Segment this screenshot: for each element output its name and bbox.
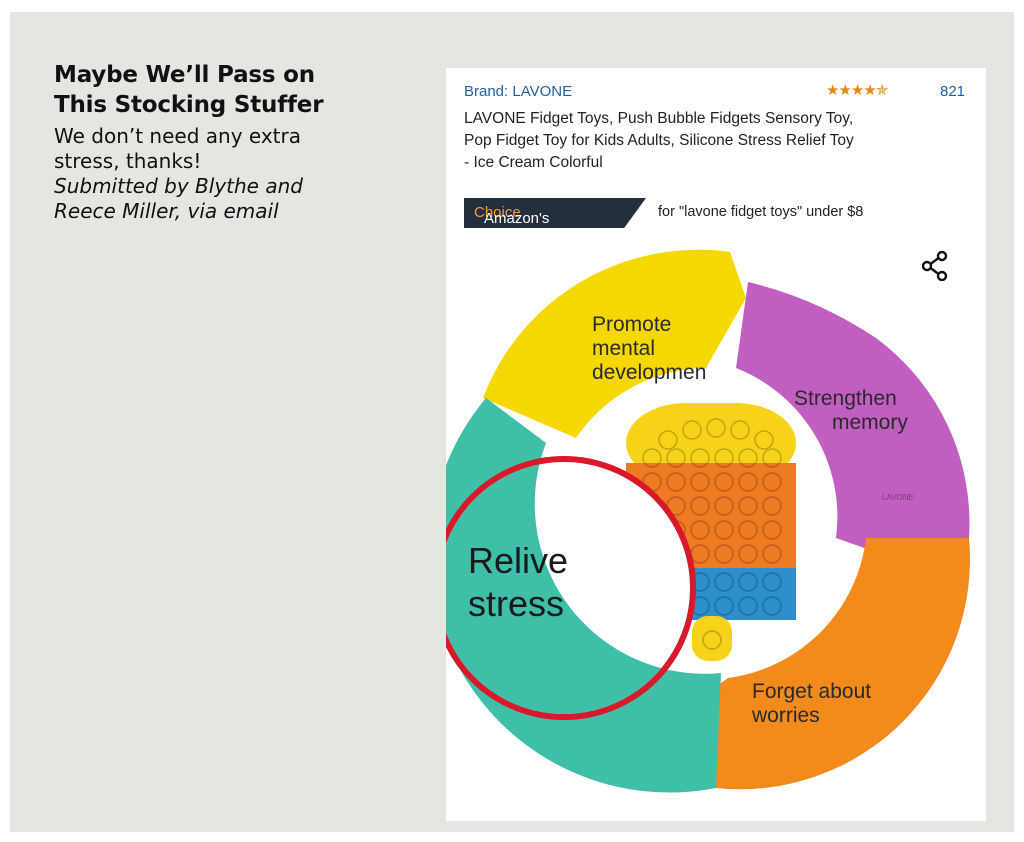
- segment-top-line-1: Promote: [592, 313, 671, 336]
- badge-prefix: Amazon's: [484, 210, 550, 227]
- share-icon[interactable]: [922, 251, 948, 281]
- segment-bottom-line-1: Forget about: [752, 680, 871, 703]
- badge-note: for "lavone fidget toys" under $8: [658, 204, 864, 220]
- caption-body: We don’t need any extra stress, thanks!: [54, 124, 384, 174]
- product-title-line-3: - Ice Cream Colorful: [464, 154, 603, 171]
- segment-right-line-1: Strengthen: [794, 387, 897, 410]
- headline: Maybe We’ll Pass on This Stocking Stuffe…: [54, 60, 384, 120]
- headline-line-2: This Stocking Stuffer: [54, 92, 324, 118]
- segment-bottom-line-2: worries: [751, 704, 820, 727]
- product-title: LAVONE Fidget Toys, Push Bubble Fidgets …: [464, 108, 974, 174]
- badge-text: Amazon's Choice: [474, 204, 549, 227]
- article-panel: Maybe We’ll Pass on This Stocking Stuffe…: [10, 12, 1014, 832]
- product-listing-screenshot: Promote mental developmen Strengthen mem…: [446, 68, 986, 821]
- product-title-line-2: Pop Fidget Toy for Kids Adults, Silicone…: [464, 132, 854, 149]
- caption-credit: Submitted by Blythe and Reece Miller, vi…: [54, 174, 384, 224]
- circled-text-line-1: Relive: [468, 540, 568, 581]
- caption-credit-line-1: Submitted by Blythe and: [54, 174, 303, 198]
- amazons-choice-badge: Amazon's Choice: [464, 198, 646, 228]
- caption-block: Maybe We’ll Pass on This Stocking Stuffe…: [54, 60, 384, 224]
- review-count[interactable]: 821: [940, 83, 965, 100]
- segment-top-line-3: developmen: [592, 361, 706, 384]
- circled-text-line-2: stress: [468, 583, 564, 624]
- caption-body-line-2: stress, thanks!: [54, 149, 202, 173]
- segment-top-line-2: mental: [592, 337, 655, 360]
- lavone-watermark: LAVONE: [882, 493, 914, 502]
- product-title-line-1: LAVONE Fidget Toys, Push Bubble Fidgets …: [464, 110, 854, 127]
- product-image: Promote mental developmen Strengthen mem…: [446, 249, 970, 793]
- brand-link[interactable]: Brand: LAVONE: [464, 83, 572, 100]
- caption-credit-line-2: Reece Miller, via email: [54, 199, 279, 223]
- segment-right-line-2: memory: [832, 411, 908, 434]
- caption-body-line-1: We don’t need any extra: [54, 124, 302, 148]
- star-rating[interactable]: ★★★★✯: [826, 81, 888, 99]
- headline-line-1: Maybe We’ll Pass on: [54, 62, 315, 88]
